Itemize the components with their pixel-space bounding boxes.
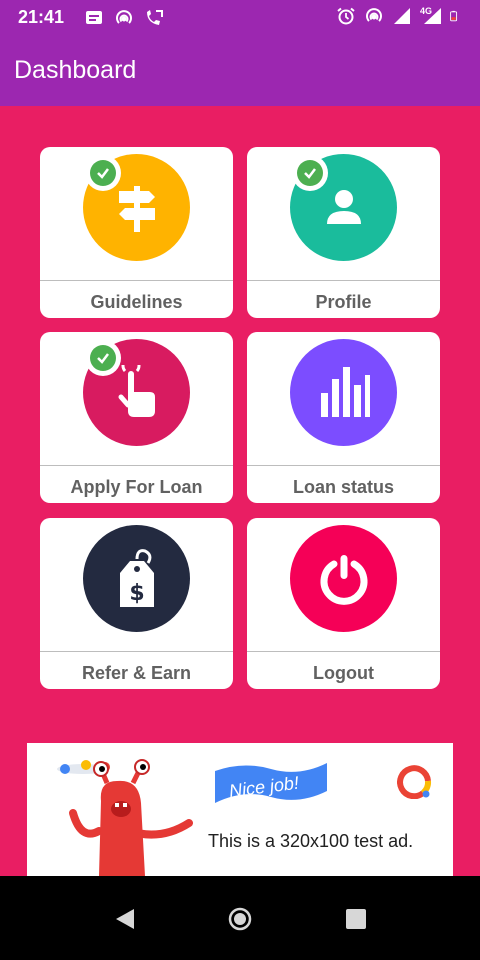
card-apply-for-loan[interactable]: Apply For Loan [40, 332, 233, 503]
refer-earn-icon-circle: $ [83, 525, 190, 632]
checkmark-icon [97, 168, 109, 179]
hotspot-icon [116, 10, 132, 24]
loan-status-icon-circle [290, 339, 397, 446]
ad-body-text: This is a 320x100 test ad. [208, 831, 414, 851]
home-icon[interactable] [227, 906, 253, 932]
check-badge [85, 340, 121, 376]
google-ad-logo-icon [397, 765, 432, 799]
logout-icon-circle [290, 525, 397, 632]
card-divider [40, 651, 233, 652]
card-divider [40, 465, 233, 466]
signal-4g-icon: 4G [420, 6, 442, 25]
card-divider [247, 280, 440, 281]
price-tag-icon: $ [119, 548, 154, 607]
dashboard-grid: Guidelines Profile Apply For Loan Loan s… [40, 147, 440, 689]
person-icon [326, 189, 361, 224]
test-ad-banner[interactable]: Nice job! This is a 320x100 test ad. [27, 743, 453, 876]
card-profile[interactable]: Profile [247, 147, 440, 318]
battery-icon [450, 10, 458, 22]
card-label: Profile [315, 292, 372, 312]
monster-illustration [57, 759, 193, 876]
signpost-icon [118, 185, 155, 232]
svg-text:$: $ [129, 581, 144, 606]
card-divider [247, 465, 440, 466]
checkmark-icon [304, 168, 316, 179]
card-label: Loan status [292, 477, 394, 497]
power-icon [320, 554, 367, 605]
nice-job-banner: Nice job! [215, 763, 327, 803]
app-bar: Dashboard [0, 36, 480, 106]
card-label: Refer & Earn [81, 663, 192, 683]
card-guidelines[interactable]: Guidelines [40, 147, 233, 318]
back-icon[interactable] [112, 906, 138, 932]
card-refer-earn[interactable]: $ Refer & Earn [40, 518, 233, 689]
check-badge [292, 155, 328, 191]
signal-icon [394, 8, 410, 24]
checkmark-icon [97, 353, 109, 364]
tap-hand-icon [118, 364, 155, 417]
card-divider [247, 651, 440, 652]
card-divider [40, 280, 233, 281]
card-label: Apply For Loan [70, 477, 203, 497]
message-icon [86, 11, 102, 24]
bar-chart-icon [320, 366, 370, 417]
status-bar: 21:41 4G [0, 0, 480, 36]
hotspot-icon [366, 8, 382, 22]
check-badge [85, 155, 121, 191]
card-loan-status[interactable]: Loan status [247, 332, 440, 503]
status-time: 21:41 [18, 7, 65, 27]
recents-icon[interactable] [343, 906, 369, 932]
card-logout[interactable]: Logout [247, 518, 440, 689]
page-title: Dashboard [14, 56, 137, 84]
card-label: Logout [313, 663, 374, 683]
card-label: Guidelines [90, 292, 183, 312]
alarm-icon [337, 7, 355, 25]
call-forward-icon [147, 10, 163, 25]
navigation-bar [0, 876, 480, 960]
